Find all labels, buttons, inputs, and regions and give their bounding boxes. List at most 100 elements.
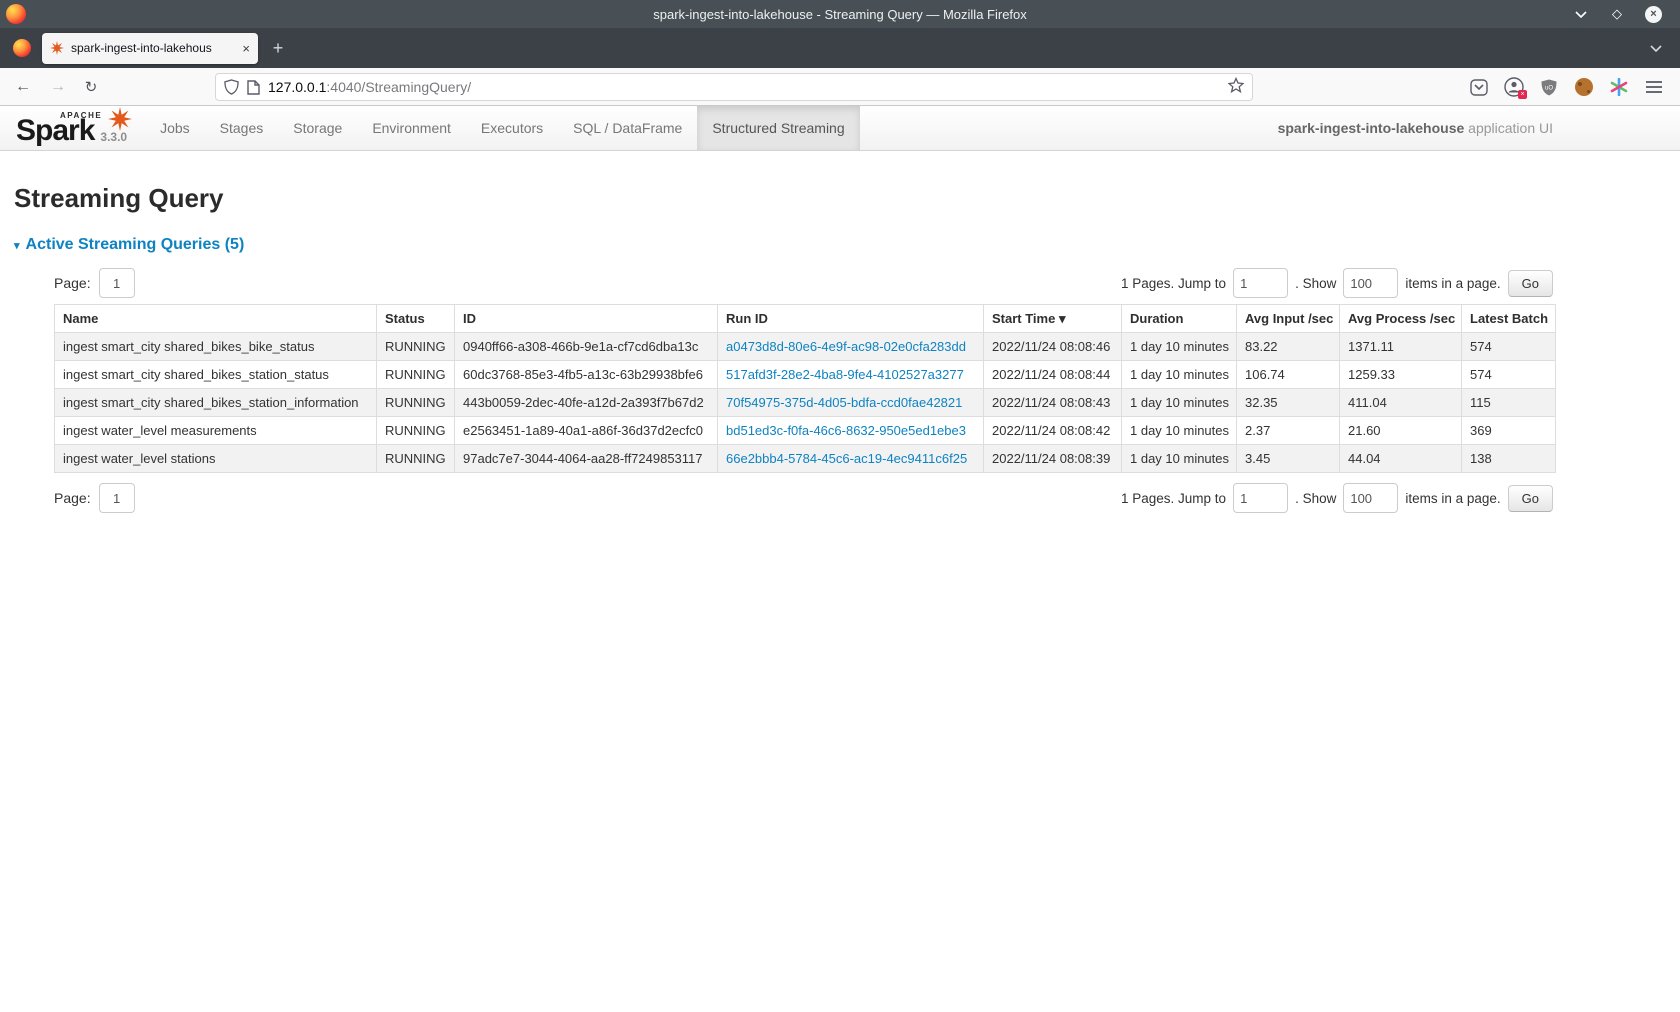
run-id-link[interactable]: 517afd3f-28e2-4ba8-9fe4-4102527a3277 <box>726 367 964 382</box>
run-id-link[interactable]: 70f54975-375d-4d05-bdfa-ccd0fae42821 <box>726 395 962 410</box>
cell-latest-batch: 138 <box>1462 445 1556 473</box>
list-all-tabs-button[interactable] <box>1644 36 1668 60</box>
cell-run-id: bd51ed3c-f0fa-46c6-8632-950e5ed1ebe3 <box>718 417 984 445</box>
table-row: ingest smart_city shared_bikes_station_s… <box>55 361 1556 389</box>
extension-asterisk-icon[interactable] <box>1607 75 1631 99</box>
cell-status: RUNNING <box>377 333 455 361</box>
cell-latest-batch: 574 <box>1462 361 1556 389</box>
cell-latest-batch: 369 <box>1462 417 1556 445</box>
column-header[interactable]: Avg Input /sec <box>1237 305 1340 333</box>
reload-button[interactable]: ↻ <box>78 74 104 100</box>
cell-name: ingest water_level measurements <box>55 417 377 445</box>
page-info-icon[interactable] <box>247 80 260 95</box>
go-button[interactable]: Go <box>1508 270 1553 297</box>
cell-id: 443b0059-2dec-40fe-a12d-2a393f7b67d2 <box>455 389 718 417</box>
column-header[interactable]: ID <box>455 305 718 333</box>
maximize-button[interactable]: ◇ <box>1609 6 1625 22</box>
column-header[interactable]: Status <box>377 305 455 333</box>
nav-item-jobs[interactable]: Jobs <box>145 106 205 150</box>
window-title: spark-ingest-into-lakehouse - Streaming … <box>0 7 1680 22</box>
firefox-view-icon <box>13 39 31 57</box>
forward-button[interactable]: → <box>45 74 71 100</box>
cell-avg-process: 44.04 <box>1340 445 1462 473</box>
cell-name: ingest smart_city shared_bikes_station_s… <box>55 361 377 389</box>
close-button[interactable]: × <box>1645 6 1662 23</box>
nav-item-stages[interactable]: Stages <box>205 106 279 150</box>
url-bar[interactable]: 127.0.0.1:4040/StreamingQuery/ <box>215 73 1253 101</box>
cell-avg-process: 411.04 <box>1340 389 1462 417</box>
page-title: Streaming Query <box>14 183 1553 214</box>
application-ui-label: spark-ingest-into-lakehouse application … <box>1278 106 1680 150</box>
account-error-badge: × <box>1518 90 1527 99</box>
show-count-input[interactable] <box>1343 268 1398 298</box>
column-header[interactable]: Start Time ▾ <box>984 305 1122 333</box>
spark-navbar: APACHE Spark 3.3.0 JobsStagesStorageEnvi… <box>0 106 1680 151</box>
cell-avg-input: 106.74 <box>1237 361 1340 389</box>
spark-star-icon <box>108 107 132 131</box>
section-title: Active Streaming Queries (5) <box>26 236 245 254</box>
spark-logo[interactable]: APACHE Spark 3.3.0 <box>0 106 145 150</box>
page-content: Streaming Query ▾ Active Streaming Queri… <box>0 183 1680 515</box>
cell-avg-input: 3.45 <box>1237 445 1340 473</box>
run-id-link[interactable]: a0473d8d-80e6-4e9f-ac98-02e0cfa283dd <box>726 339 966 354</box>
run-id-link[interactable]: bd51ed3c-f0fa-46c6-8632-950e5ed1ebe3 <box>726 423 966 438</box>
nav-item-environment[interactable]: Environment <box>357 106 466 150</box>
column-header[interactable]: Avg Process /sec <box>1340 305 1462 333</box>
browser-toolbar: ← → ↻ 127.0.0.1:4040/StreamingQuery/ × u… <box>0 68 1680 106</box>
pocket-icon[interactable] <box>1467 75 1491 99</box>
nav-item-executors[interactable]: Executors <box>466 106 558 150</box>
pages-count-text: 1 Pages. Jump to <box>1121 276 1226 291</box>
streaming-queries-table: NameStatusIDRun IDStart Time ▾DurationAv… <box>54 304 1556 473</box>
cell-run-id: 517afd3f-28e2-4ba8-9fe4-4102527a3277 <box>718 361 984 389</box>
minimize-button[interactable] <box>1573 6 1589 22</box>
cell-avg-input: 2.37 <box>1237 417 1340 445</box>
column-header[interactable]: Duration <box>1122 305 1237 333</box>
cell-name: ingest smart_city shared_bikes_bike_stat… <box>55 333 377 361</box>
cell-run-id: 70f54975-375d-4d05-bdfa-ccd0fae42821 <box>718 389 984 417</box>
spark-nav-items: JobsStagesStorageEnvironmentExecutorsSQL… <box>145 106 860 150</box>
column-header[interactable]: Latest Batch <box>1462 305 1556 333</box>
cell-name: ingest smart_city shared_bikes_station_i… <box>55 389 377 417</box>
column-header[interactable]: Name <box>55 305 377 333</box>
column-header[interactable]: Run ID <box>718 305 984 333</box>
new-tab-button[interactable]: + <box>264 34 292 62</box>
cell-latest-batch: 115 <box>1462 389 1556 417</box>
firefox-view-button[interactable] <box>8 34 36 62</box>
application-ui-suffix: application UI <box>1464 120 1553 136</box>
cell-duration: 1 day 10 minutes <box>1122 389 1237 417</box>
page-number-input[interactable] <box>99 483 135 513</box>
shield-icon[interactable] <box>224 79 239 95</box>
cookie-icon[interactable] <box>1572 75 1596 99</box>
cell-status: RUNNING <box>377 445 455 473</box>
ublock-shield-icon[interactable]: uO <box>1537 75 1561 99</box>
table-header-row: NameStatusIDRun IDStart Time ▾DurationAv… <box>55 305 1556 333</box>
url-text[interactable]: 127.0.0.1:4040/StreamingQuery/ <box>268 79 1228 95</box>
cell-id: e2563451-1a89-40a1-a86f-36d37d2ecfc0 <box>455 417 718 445</box>
tab-close-icon[interactable]: × <box>236 41 250 56</box>
table-row: ingest water_level measurementsRUNNINGe2… <box>55 417 1556 445</box>
nav-item-structured-streaming[interactable]: Structured Streaming <box>697 106 859 150</box>
items-in-page-text: items in a page. <box>1405 491 1500 506</box>
show-text: . Show <box>1295 276 1336 291</box>
go-button[interactable]: Go <box>1508 485 1553 512</box>
show-count-input[interactable] <box>1343 483 1398 513</box>
url-path: :4040/StreamingQuery/ <box>326 79 471 95</box>
nav-item-storage[interactable]: Storage <box>278 106 357 150</box>
cell-id: 97adc7e7-3044-4064-aa28-ff7249853117 <box>455 445 718 473</box>
account-icon[interactable]: × <box>1502 75 1526 99</box>
active-queries-section: Page: 1 Pages. Jump to . Show items in a… <box>54 266 1553 515</box>
jump-to-input[interactable] <box>1233 268 1288 298</box>
cell-start-time: 2022/11/24 08:08:44 <box>984 361 1122 389</box>
cell-status: RUNNING <box>377 389 455 417</box>
back-button[interactable]: ← <box>10 74 36 100</box>
menu-icon[interactable] <box>1642 75 1666 99</box>
cell-start-time: 2022/11/24 08:08:43 <box>984 389 1122 417</box>
active-queries-section-toggle[interactable]: ▾ Active Streaming Queries (5) <box>14 236 1553 254</box>
run-id-link[interactable]: 66e2bbb4-5784-45c6-ac19-4ec9411c6f25 <box>726 451 967 466</box>
browser-tab[interactable]: spark-ingest-into-lakehous × <box>42 33 258 64</box>
cell-start-time: 2022/11/24 08:08:46 <box>984 333 1122 361</box>
page-number-input[interactable] <box>99 268 135 298</box>
bookmark-star-icon[interactable] <box>1228 77 1244 98</box>
nav-item-sql-dataframe[interactable]: SQL / DataFrame <box>558 106 697 150</box>
jump-to-input[interactable] <box>1233 483 1288 513</box>
